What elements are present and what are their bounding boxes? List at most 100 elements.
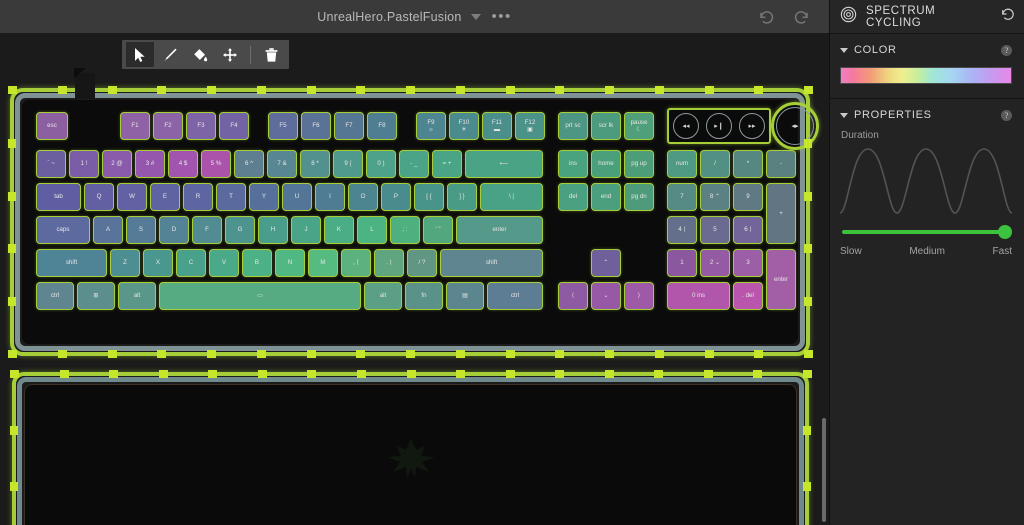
resize-handle[interactable] [306,350,316,358]
resize-handle[interactable] [803,426,811,435]
resize-handle[interactable] [406,370,416,378]
key[interactable]: G [225,216,255,244]
key[interactable]: ; : [390,216,420,244]
key[interactable]: L [357,216,387,244]
resize-handle[interactable] [8,191,16,201]
resize-handle[interactable] [505,370,515,378]
key[interactable]: alt [364,282,402,310]
key[interactable]: H [258,216,288,244]
media-prev-button[interactable]: ◂◂ [673,113,699,139]
key[interactable]: shift [440,249,543,277]
key[interactable]: A [93,216,123,244]
key[interactable]: ⟩ [624,282,654,310]
key[interactable]: R [183,183,213,211]
key[interactable]: F1 [120,112,150,140]
resize-handle[interactable] [356,350,366,358]
resize-handle[interactable] [8,86,17,94]
resize-handle[interactable] [208,370,218,378]
key[interactable]: F12 ▣ [515,112,545,140]
key[interactable]: end [591,183,621,211]
resize-handle[interactable] [256,86,266,94]
key[interactable]: F6 [301,112,331,140]
resize-handle[interactable] [406,86,415,94]
key[interactable]: prt sc [558,112,588,140]
media-next-button[interactable]: ▸▸ [739,113,765,139]
fill-tool[interactable] [186,42,214,67]
key[interactable]: 1 ! [69,150,99,178]
resize-handle[interactable] [356,86,366,94]
key[interactable]: \ | [480,183,543,211]
paint-tool[interactable] [156,42,184,67]
resize-handle[interactable] [207,350,216,358]
resize-handle[interactable] [306,86,316,94]
resize-handle[interactable] [107,350,117,358]
slider-track[interactable] [842,230,1010,234]
key[interactable]: F11 ▬ [482,112,512,140]
resize-handle[interactable] [604,370,614,378]
key[interactable]: - _ [399,150,429,178]
resize-handle[interactable] [8,350,17,358]
slider-knob[interactable] [998,225,1012,239]
key[interactable]: N [275,249,305,277]
key[interactable]: caps [36,216,90,244]
resize-handle[interactable] [107,86,117,94]
redo-icon[interactable] [792,7,811,26]
key[interactable]: 8 * [300,150,330,178]
resize-handle[interactable] [654,86,664,94]
key[interactable]: 1 [667,249,697,277]
key[interactable]: X [143,249,173,277]
key[interactable]: home [591,150,621,178]
key[interactable]: [ { [414,183,444,211]
resize-handle[interactable] [654,350,664,358]
help-icon[interactable]: ? [1001,44,1012,56]
key[interactable]: 4 ⟨ [667,216,697,244]
key[interactable]: 6 ⟩ [733,216,763,244]
key[interactable]: / [700,150,730,178]
resize-handle[interactable] [804,191,812,201]
resize-handle[interactable] [356,370,366,378]
duration-slider[interactable] [842,225,1012,239]
resize-handle[interactable] [57,350,67,358]
key[interactable]: 5 [700,216,730,244]
profile-selector[interactable]: UnrealHero.PastelFusion ••• [317,9,512,24]
resize-handle[interactable] [505,350,515,358]
resize-handle[interactable] [804,86,813,94]
key[interactable]: C [176,249,206,277]
key[interactable]: B [242,249,272,277]
canvas-scrollbar[interactable] [822,418,826,522]
resize-handle[interactable] [10,370,19,378]
key[interactable]: tab [36,183,81,211]
key[interactable]: ▤ [446,282,484,310]
resize-handle[interactable] [406,350,415,358]
resize-handle[interactable] [157,350,167,358]
resize-handle[interactable] [555,350,565,358]
key[interactable]: 9 [733,183,763,211]
key[interactable]: = + [432,150,462,178]
key[interactable]: + [766,183,796,244]
resize-handle[interactable] [703,370,713,378]
key[interactable]: 7 & [267,150,297,178]
resize-handle[interactable] [754,350,764,358]
key[interactable]: M [308,249,338,277]
key[interactable]: / ? [407,249,437,277]
key[interactable]: F4 [219,112,249,140]
key[interactable]: ⌄ [591,282,621,310]
key[interactable]: F3 [186,112,216,140]
spectrum-gradient-bar[interactable] [840,67,1012,84]
resize-handle[interactable] [57,86,67,94]
key[interactable]: ⟵ [465,150,543,178]
resize-handle[interactable] [10,426,18,435]
key[interactable]: fn [405,282,443,310]
move-tool[interactable] [216,42,244,67]
device-preview[interactable]: esc F1 F2 F3 F4 F5 F6 F7 F8 F9 ☼ F10 ☀ F11 ▬ F12 ▣ pr… [6,68,819,525]
key[interactable]: 8 ⌃ [700,183,730,211]
key[interactable]: * [733,150,763,178]
key[interactable]: 7 [667,183,697,211]
key[interactable]: V [209,249,239,277]
key[interactable]: shift [36,249,107,277]
color-section-header[interactable]: COLOR ? [840,44,1012,56]
key[interactable]: E [150,183,180,211]
key[interactable]: ctrl [36,282,74,310]
resize-handle[interactable] [456,370,466,378]
key[interactable]: Z [110,249,140,277]
